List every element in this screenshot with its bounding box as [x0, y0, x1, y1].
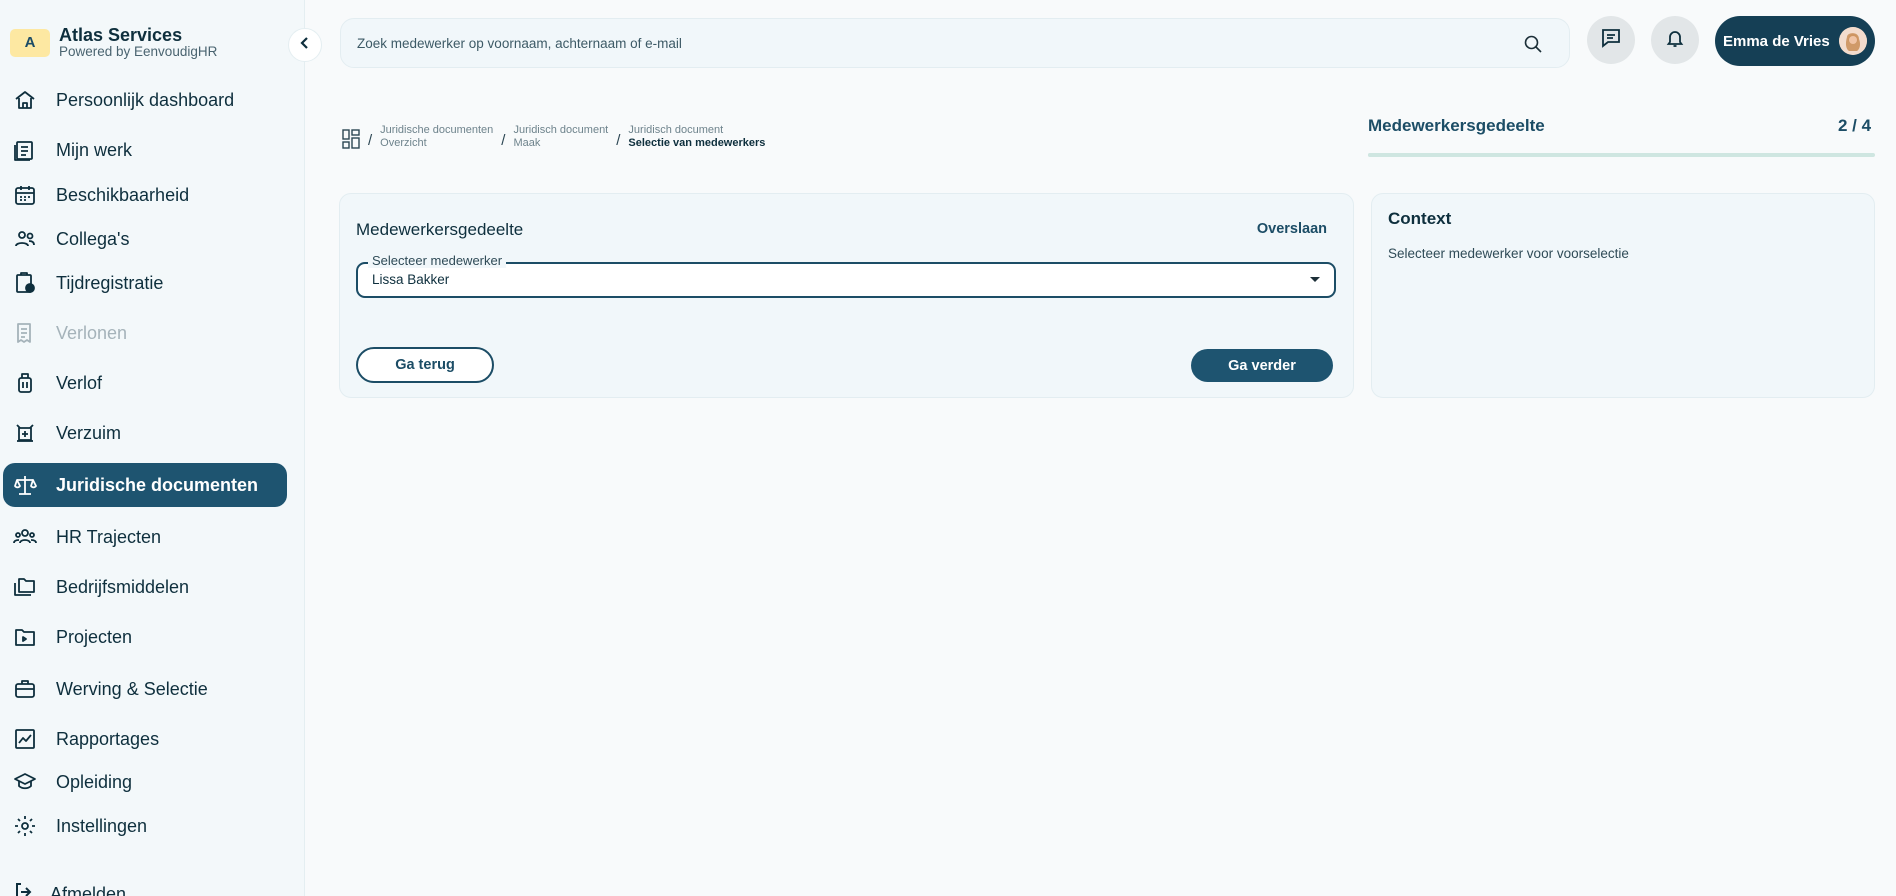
sidebar-item-label: Persoonlijk dashboard	[56, 89, 235, 110]
briefcase-icon	[12, 676, 38, 702]
chevron-left-icon	[298, 36, 312, 55]
brand[interactable]: A Atlas Services Powered by EenvoudigHR	[10, 26, 217, 59]
progress-title: Medewerkersgedeelte	[1368, 116, 1545, 135]
select-label: Selecteer medewerker	[368, 253, 507, 268]
sidebar-item-verlof[interactable]: Verlof	[3, 361, 287, 405]
gear-icon	[12, 813, 38, 839]
sidebar-item-label: Mijn werk	[56, 139, 133, 160]
folder-icon	[12, 624, 38, 650]
logout-label: Afmelden	[50, 884, 127, 896]
search-icon[interactable]	[1523, 34, 1543, 59]
brand-text: Atlas Services Powered by EenvoudigHR	[59, 26, 217, 59]
collapse-sidebar-button[interactable]	[288, 28, 322, 62]
search-bar[interactable]	[340, 18, 1570, 68]
sidebar-item-projecten[interactable]: Projecten	[3, 615, 287, 659]
people-icon	[12, 226, 38, 252]
sidebar-item-verlonen[interactable]: Verlonen	[3, 311, 287, 355]
sidebar-item-beschikbaarheid[interactable]: Beschikbaarheid	[3, 173, 287, 217]
next-button[interactable]: Ga verder	[1191, 349, 1333, 382]
sidebar-item-rapportages[interactable]: Rapportages	[3, 717, 287, 761]
receipt-icon	[12, 320, 38, 346]
sidebar-item-mijn-werk[interactable]: Mijn werk	[3, 128, 287, 172]
group-icon	[12, 524, 38, 550]
sidebar-item-label: Collega's	[56, 228, 130, 249]
breadcrumb-separator: /	[616, 132, 621, 149]
brand-subtitle: Powered by EenvoudigHR	[59, 43, 218, 59]
sidebar-item-label: Verlonen	[56, 322, 128, 343]
sidebar-item-tijdregistratie[interactable]: Tijdregistratie	[3, 261, 287, 305]
sidebar-item-label: Verzuim	[56, 422, 122, 443]
context-title: Context	[1388, 209, 1452, 228]
bell-icon	[1665, 28, 1685, 53]
logout-button[interactable]: Afmelden	[12, 880, 126, 896]
sidebar-item-instellingen[interactable]: Instellingen	[3, 804, 287, 848]
sidebar-item-label: Verlof	[56, 372, 103, 393]
breadcrumb-item-overview[interactable]: Juridische documenten Overzicht	[380, 124, 493, 150]
sidebar-item-persoonlijk-dashboard[interactable]: Persoonlijk dashboard	[3, 78, 287, 122]
clipboard-clock-icon	[12, 270, 38, 296]
calendar-icon	[12, 182, 38, 208]
progress-bar	[1368, 153, 1875, 157]
user-name: Emma de Vries	[1723, 32, 1830, 50]
sidebar-item-werving-selectie[interactable]: Werving & Selectie	[3, 667, 287, 711]
progress-count: 2 / 4	[1838, 116, 1872, 135]
sidebar-item-label: Projecten	[56, 626, 133, 647]
sidebar-item-label: Juridische documenten	[56, 474, 259, 495]
notifications-button[interactable]	[1651, 16, 1699, 64]
avatar	[1839, 27, 1867, 55]
dropdown-caret-icon	[1310, 277, 1320, 282]
sidebar-item-label: Opleiding	[56, 771, 133, 792]
select-value: Lissa Bakker	[372, 272, 450, 287]
work-icon	[12, 137, 38, 163]
breadcrumb-item-create[interactable]: Juridisch document Maak	[513, 124, 608, 150]
breadcrumb: / Juridische documenten Overzicht / Juri…	[342, 124, 765, 154]
sidebar: A Atlas Services Powered by EenvoudigHR …	[0, 0, 305, 896]
breadcrumb-subtitle: Maak	[513, 137, 541, 149]
breadcrumb-subtitle: Selectie van medewerkers	[628, 137, 766, 149]
breadcrumb-title: Juridisch document	[513, 124, 609, 136]
sidebar-item-opleiding[interactable]: Opleiding	[3, 760, 287, 804]
scale-icon	[12, 472, 38, 498]
breadcrumb-item-current: Juridisch document Selectie van medewerk…	[628, 124, 765, 150]
chart-icon	[12, 726, 38, 752]
folders-icon	[12, 574, 38, 600]
context-card: Context Selecteer medewerker voor voorse…	[1371, 193, 1875, 398]
dashboard-grid-icon[interactable]	[342, 129, 360, 154]
logout-icon	[12, 880, 36, 896]
sidebar-item-verzuim[interactable]: Verzuim	[3, 411, 287, 455]
brand-logo: A	[10, 28, 50, 57]
sidebar-item-label: HR Trajecten	[56, 526, 162, 547]
chat-icon	[1600, 27, 1622, 54]
sidebar-item-label: Beschikbaarheid	[56, 184, 190, 205]
sidebar-item-hr-trajecten[interactable]: HR Trajecten	[3, 515, 287, 559]
sidebar-item-label: Werving & Selectie	[56, 678, 208, 699]
sidebar-item-label: Bedrijfsmiddelen	[56, 576, 190, 597]
sidebar-item-label: Instellingen	[56, 815, 148, 836]
breadcrumb-separator: /	[368, 132, 373, 149]
breadcrumb-separator: /	[501, 132, 506, 149]
breadcrumb-subtitle: Overzicht	[380, 137, 427, 149]
skip-button[interactable]: Overslaan	[1257, 221, 1327, 237]
employee-selection-card: Medewerkersgedeelte Overslaan Selecteer …	[339, 193, 1354, 398]
sidebar-item-juridische-documenten[interactable]: Juridische documenten	[3, 463, 287, 507]
suitcase-icon	[12, 370, 38, 396]
home-icon	[12, 87, 38, 113]
sidebar-item-bedrijfsmiddelen[interactable]: Bedrijfsmiddelen	[3, 565, 287, 609]
breadcrumb-title: Juridisch document	[628, 124, 724, 136]
brand-name: Atlas Services	[59, 25, 183, 45]
card-title: Medewerkersgedeelte	[356, 220, 524, 239]
sidebar-item-label: Tijdregistratie	[56, 272, 164, 293]
sidebar-item-collega-s[interactable]: Collega's	[3, 217, 287, 261]
graduation-icon	[12, 769, 38, 795]
breadcrumb-title: Juridische documenten	[380, 124, 494, 136]
employee-select[interactable]: Selecteer medewerker Lissa Bakker	[356, 253, 1336, 298]
search-input[interactable]	[357, 35, 1497, 51]
messages-button[interactable]	[1587, 16, 1635, 64]
context-text: Selecteer medewerker voor voorselectie	[1388, 246, 1629, 261]
sick-icon	[12, 420, 38, 446]
sidebar-item-label: Rapportages	[56, 728, 160, 749]
back-button[interactable]: Ga terug	[356, 347, 494, 383]
user-menu-button[interactable]: Emma de Vries	[1715, 16, 1875, 66]
progress-fill	[1368, 153, 1622, 157]
